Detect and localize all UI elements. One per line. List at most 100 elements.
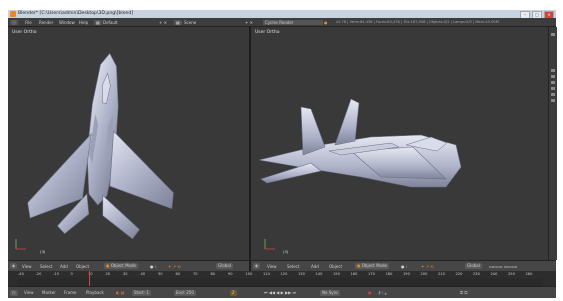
ruler-tick-label: 30 [123,271,128,276]
menu-view[interactable]: View [267,264,277,269]
viewport-left-object-label: (3) [40,249,46,254]
tab-icon[interactable] [551,87,555,90]
ruler-tick-label: 250 [508,271,515,276]
start-frame-label: Start: [134,289,146,295]
menu-file[interactable]: File [25,20,32,25]
start-frame-field[interactable]: Start: 1 [132,289,151,296]
screen-layout-icon[interactable]: ▦ [94,19,102,25]
info-header: ⓘ File Render Window Help ▦ Default + ✕ … [8,18,556,27]
tab-icon[interactable] [551,75,555,78]
ruler-tick-label: -40 [18,271,24,276]
mode-select[interactable]: ● Object Mode [355,263,389,269]
jet-model-top[interactable] [8,27,249,260]
timeline-header: ◷ View Marker Frame Playback ◐ ▤ Start: … [8,286,556,298]
ruler-tick-label: 230 [473,271,480,276]
view3d-header-left: ◈ View Select Add Object ● Object Mode ●… [8,260,249,271]
properties-region-tabs[interactable] [548,27,557,260]
ruler-tick-label: 150 [333,271,340,276]
ruler-tick-label: 90 [228,271,233,276]
ruler-tick-label: 0 [70,271,73,276]
shading-select-icon[interactable]: ● ⁝ [150,264,156,269]
jet-model-perspective[interactable] [251,27,548,260]
playback-controls[interactable]: ⏮ ◀◀ ◀ ▶ ▶▶ ⏭ [264,290,296,295]
viewport-right[interactable]: User Ortho (3) [251,27,548,260]
keying-icons[interactable]: ⚷ ⁝ ⤓ [378,290,387,295]
end-frame-field[interactable]: End: 250 [174,289,196,296]
viewport-left[interactable]: User Ortho (3) [8,27,249,260]
menu-help[interactable]: Help [79,20,88,25]
menu-playback[interactable]: Playback [86,290,104,295]
end-frame-label: End: [176,289,185,295]
menu-object[interactable]: Object [329,264,342,269]
object-mode-icon: ● [357,263,361,268]
render-engine-select[interactable]: Cycles Render [263,19,323,25]
range-icon[interactable]: ◐ ▤ [116,290,125,295]
tab-icon[interactable] [551,69,555,72]
ruler-tick-label: 60 [175,271,181,276]
ruler-tick-label: 100 [245,271,253,276]
timeline-area[interactable] [18,278,543,286]
end-frame-value: 250 [186,289,194,295]
menu-select[interactable]: Select [287,264,299,269]
ruler-tick-label: 180 [385,271,393,276]
mode-select[interactable]: ● Object Mode [104,263,138,269]
tab-icon[interactable] [551,93,555,96]
tab-icon[interactable] [551,33,555,36]
timeline-editor[interactable]: -40 -20 -10 0 10 20 30 40 50 60 70 80 90 100 110 120 130… [8,271,556,286]
ruler-tick-label: 20 [105,271,111,276]
scene-stats: v2.78 | Verts:84,436 | Faces:83,478 | Tr… [336,19,499,24]
ruler-tick-label: 170 [368,271,375,276]
ruler-tick-label: 50 [158,271,163,276]
orientation-select[interactable]: Global [465,263,482,269]
blender-version-icon: ● [324,19,328,25]
mode-label: Object Mode [110,263,136,268]
object-mode-icon: ● [106,263,110,268]
shading-select-icon[interactable]: ● ⁝ [401,264,407,269]
ruler-tick-label: 210 [438,271,445,276]
layout-add-icon[interactable]: + ✕ [159,20,167,25]
timeline-ruler[interactable]: -40 -20 -10 0 10 20 30 40 50 60 70 80 90 100 110 120 130… [18,271,543,277]
blender-window: Blender* [C:\Users\admin\Desktop\3D.png\… [8,10,557,298]
menu-add[interactable]: Add [60,264,68,269]
ruler-tick-label: 200 [420,271,428,276]
pivot-manipulator-icons[interactable]: ✦ ↗ ⟲ [421,264,434,269]
menu-view[interactable]: View [22,264,32,269]
sync-mode-select[interactable]: No Sync [320,289,341,296]
menu-object[interactable]: Object [76,264,89,269]
layer-buttons[interactable]: ▫▫▫▫▫ ▫▫▫▫▫ [489,264,517,269]
menu-window[interactable]: Window [59,20,75,25]
record-button[interactable]: ● [368,290,372,295]
tab-icon[interactable] [551,81,555,84]
scene-select[interactable]: Scene [184,20,196,25]
window-titlebar: Blender* [C:\Users\admin\Desktop\3D.png\… [8,10,556,19]
menu-frame[interactable]: Frame [64,290,76,295]
editor-type-icon[interactable]: ◷ [10,289,18,296]
screen-layout-select[interactable]: Default [103,20,118,25]
window-title: Blender* [C:\Users\admin\Desktop\3D.png\… [18,11,134,16]
viewport-right-object-label: (3) [283,249,289,254]
menu-add[interactable]: Add [311,264,319,269]
tab-icon[interactable] [551,99,555,102]
menu-view[interactable]: View [24,290,34,295]
ruler-tick-label: 140 [315,271,323,276]
current-frame-indicator[interactable] [89,271,91,286]
orientation-select[interactable]: Global [216,263,233,269]
scene-icon[interactable]: ▦ [174,19,182,25]
keyframe-insert-icons[interactable]: ⚿ ⚿ [460,290,467,295]
pivot-manipulator-icons[interactable]: ✦ ↗ ⟲ [168,264,181,269]
ruler-tick-label: 80 [210,271,216,276]
editor-type-icon[interactable]: ◈ [10,263,18,269]
editor-type-icon[interactable]: ◈ [253,263,261,269]
ruler-tick-label: 130 [298,271,305,276]
ruler-tick-label: -10 [53,271,59,276]
menu-select[interactable]: Select [40,264,52,269]
ruler-tick-label: 70 [193,271,198,276]
ruler-tick-label: 260 [525,271,533,276]
menu-marker[interactable]: Marker [42,290,56,295]
current-frame-field[interactable]: 2 [230,289,237,296]
editor-type-icon[interactable]: ⓘ [10,19,18,25]
menu-render[interactable]: Render [39,20,53,25]
mode-label: Object Mode [361,263,387,268]
ruler-tick-label: 190 [403,271,410,276]
scene-add-icon[interactable]: + ✕ [245,20,253,25]
